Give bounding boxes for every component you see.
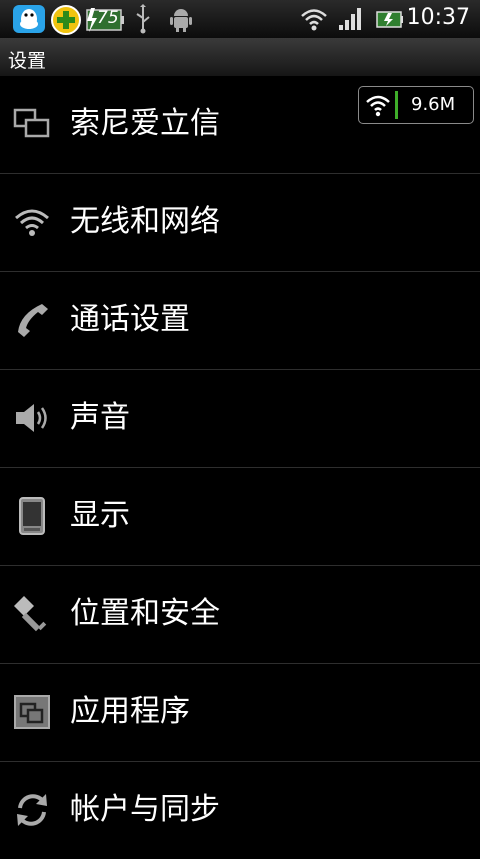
plus-icon bbox=[51, 5, 81, 35]
menu-item-applications[interactable]: 应用程序 bbox=[0, 664, 480, 762]
android-icon bbox=[170, 9, 192, 32]
network-speed-value: 9.6M bbox=[411, 94, 456, 115]
wifi-icon bbox=[15, 209, 49, 236]
battery-status-icon bbox=[376, 11, 403, 28]
menu-item-label: 声音 bbox=[70, 400, 130, 435]
signal-icon bbox=[339, 8, 361, 30]
menu-item-label: 帐户与同步 bbox=[70, 792, 220, 827]
windows-icon bbox=[13, 108, 50, 138]
phone-handset-icon bbox=[18, 304, 48, 337]
wifi-icon bbox=[366, 95, 390, 117]
menu-item-label: 无线和网络 bbox=[70, 204, 220, 239]
usb-icon bbox=[136, 4, 150, 34]
menu-item-label: 位置和安全 bbox=[70, 596, 220, 631]
menu-item-label: 显示 bbox=[70, 498, 130, 533]
page-title: 设置 bbox=[8, 50, 47, 72]
qq-icon bbox=[13, 5, 45, 33]
menu-item-label: 应用程序 bbox=[70, 694, 190, 729]
applications-icon bbox=[14, 695, 50, 729]
key-icon bbox=[14, 596, 47, 632]
menu-item-wireless[interactable]: 无线和网络 bbox=[0, 174, 480, 272]
menu-item-display[interactable]: 显示 bbox=[0, 468, 480, 566]
menu-item-accounts-sync[interactable]: 帐户与同步 bbox=[0, 762, 480, 859]
network-speed-widget[interactable]: 9.6M bbox=[358, 86, 474, 124]
settings-list: 索尼爱立信 无线和网络 通话设置 声音 显示 位置和安全 应用程序 帐户与同步 bbox=[0, 76, 480, 859]
title-bar: 设置 bbox=[0, 38, 480, 76]
menu-item-label: 通话设置 bbox=[70, 302, 190, 337]
status-time: 10:37 bbox=[406, 5, 470, 30]
display-icon bbox=[19, 497, 45, 535]
menu-item-call-settings[interactable]: 通话设置 bbox=[0, 272, 480, 370]
menu-item-sound[interactable]: 声音 bbox=[0, 370, 480, 468]
status-bar[interactable]: 75 10:37 bbox=[0, 0, 480, 38]
menu-item-location-security[interactable]: 位置和安全 bbox=[0, 566, 480, 664]
battery-level: 75 bbox=[97, 8, 119, 28]
sync-icon bbox=[17, 794, 47, 826]
speed-divider bbox=[395, 91, 398, 119]
wifi-icon bbox=[301, 9, 327, 31]
menu-item-label: 索尼爱立信 bbox=[70, 106, 220, 141]
speaker-icon bbox=[16, 404, 47, 432]
